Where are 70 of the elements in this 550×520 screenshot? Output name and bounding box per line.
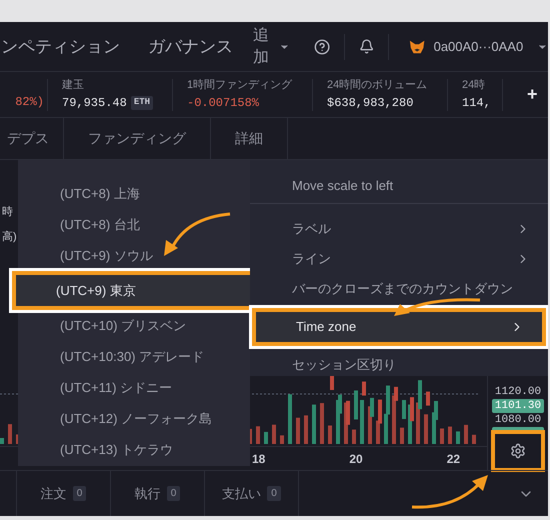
candle [370,398,374,417]
count-badge: 0 [72,486,86,501]
candle [378,400,382,424]
fox-icon [409,38,426,54]
menu-item[interactable]: Move scale to left [250,168,548,204]
count-badge: 0 [166,486,180,501]
candle [426,392,430,406]
menu-item[interactable]: ライン [250,244,548,274]
bottom-tab[interactable]: 注文 0 [17,471,111,516]
unit-badge: ETH [130,96,154,110]
menu-item-label: Move scale to left [292,176,394,195]
add-button[interactable]: + [527,81,538,108]
time-axis-label: 18 [252,450,266,468]
time-axis-label: 22 [446,450,460,468]
stat-label: 1時間ファンディング [187,78,294,94]
candle [418,380,422,410]
timezone-option[interactable]: (UTC+12) ノーフォーク島 [18,403,250,434]
menu-item-label: Time zone [296,318,356,336]
stat-value: 82%) [15,94,44,110]
timezone-option[interactable]: (UTC+10:30) アデレード [18,341,250,372]
candle [402,400,406,420]
tab[interactable]: デプス [0,118,64,159]
timezone-option[interactable]: (UTC+11) シドニー [18,372,250,403]
candle [330,376,334,390]
timezone-option[interactable]: (UTC+13) トケラウ [18,434,250,465]
current-price-badge: 1101.30 [492,399,544,413]
more-menu[interactable]: 追加 [253,24,270,68]
menu-item-label: ライン [292,250,331,268]
price-marker [492,427,544,432]
price-axis-label: 1120.00 [494,385,542,399]
menu-item[interactable]: バーのクローズまでのカウントダウン [250,274,548,304]
stat-value: 114, [462,94,491,110]
candle [362,382,366,396]
tab[interactable]: 詳細 [211,118,288,159]
bottom-tab[interactable]: 執行 0 [111,471,205,516]
count-badge: 0 [267,486,281,501]
pointer-arrow [162,212,232,258]
wallet-address[interactable]: 0a00A0···0AA0 [434,36,524,56]
candle [394,386,398,401]
candle [354,390,358,420]
menu-item[interactable]: ラベル [250,214,548,244]
timezone-option[interactable]: (UTC+10) ブリスベン [18,310,250,341]
timezone-option[interactable]: (UTC+9) ソウル [18,240,250,271]
nav-link[interactable]: ガバナンス [148,34,233,60]
stat-label: 建玉 [62,78,85,94]
menu-item-label: セッション区切り [292,356,396,374]
nav-link[interactable]: ンペティション [1,34,120,60]
timezone-option[interactable]: (UTC+8) 上海 [18,178,250,209]
bottom-tab[interactable]: 支払い 0 [205,471,299,516]
stat-label: 24時間のボリューム [327,78,428,94]
candle [346,400,350,425]
chart-legend-text: 時 [2,205,13,220]
candle [410,397,414,422]
tab[interactable]: ファンディング [64,118,211,159]
chart-legend-text: 高) [2,230,17,244]
menu-item-label: ラベル [292,220,331,238]
timezone-option[interactable]: (UTC+9) 東京 [16,275,252,306]
bell-icon[interactable] [359,38,374,55]
menu-item[interactable]: セッション区切り [250,350,548,380]
timezone-option[interactable]: (UTC+8) 台北 [18,209,250,240]
stat-value: $638,983,280 [327,94,414,110]
stat-value: -0.007158% [187,94,260,110]
time-axis-label: 20 [349,450,363,468]
help-icon[interactable] [314,38,330,56]
stat-label: 24時 [462,78,486,94]
menu-item-label: バーのクローズまでのカウントダウン [292,280,513,298]
price-axis-label: 1080.00 [494,413,542,427]
stat-value: 79,935.48 [62,94,127,110]
menu-item[interactable]: Time zone [256,312,542,342]
settings-icon [510,443,526,459]
